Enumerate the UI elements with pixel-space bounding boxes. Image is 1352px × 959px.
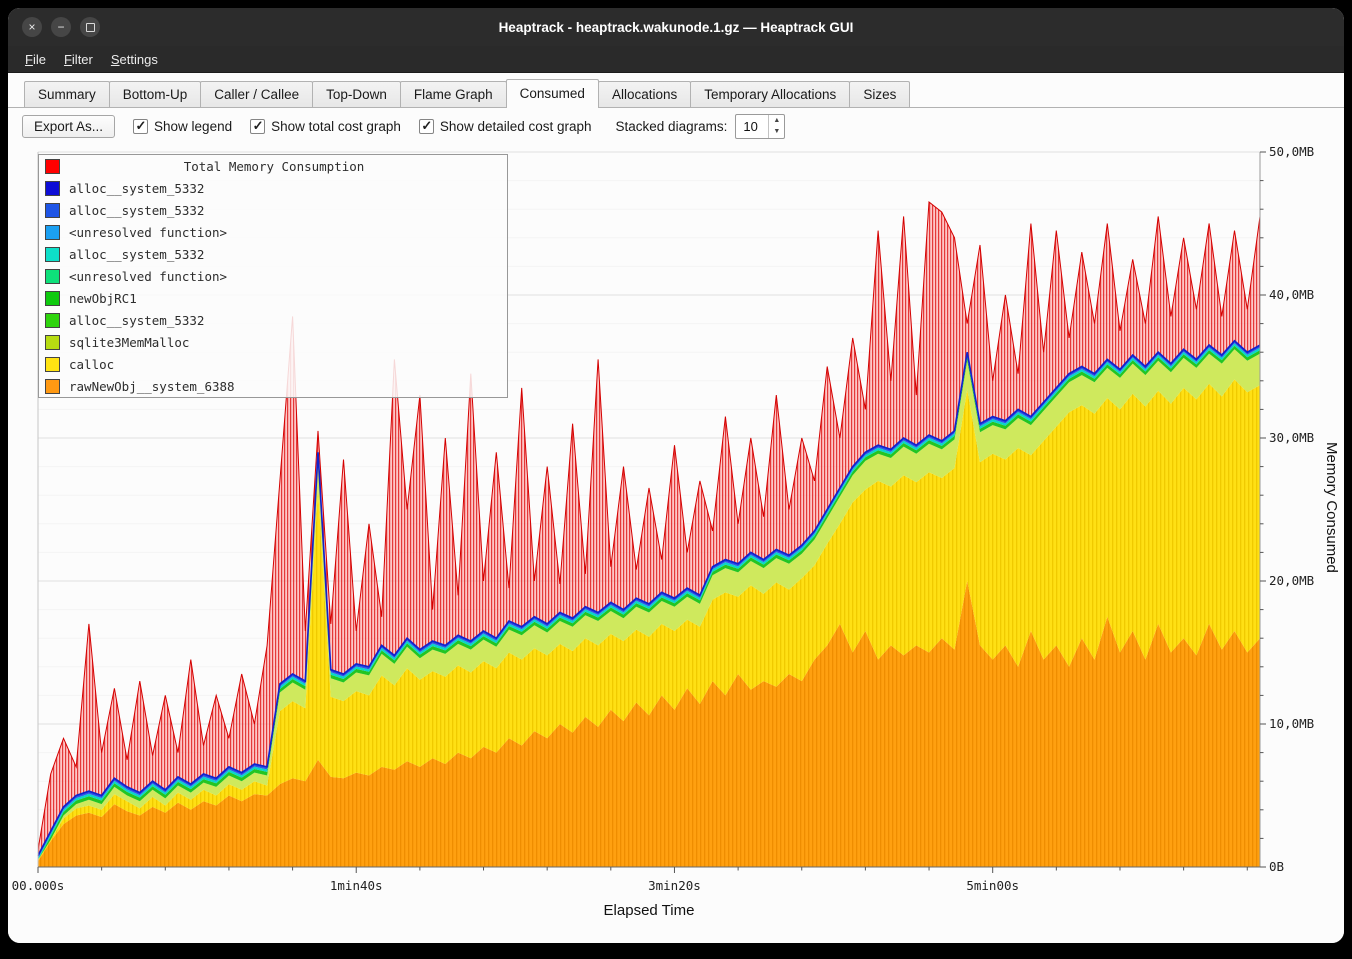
legend-row: newObjRC1 — [39, 287, 507, 309]
window-controls: × − — [22, 17, 100, 37]
legend-row: alloc__system_5332 — [39, 199, 507, 221]
show-detailed-cost-checkbox[interactable] — [419, 119, 434, 134]
legend-row: alloc__system_5332 — [39, 243, 507, 265]
tab-summary[interactable]: Summary — [24, 81, 110, 107]
tab-consumed[interactable]: Consumed — [506, 79, 599, 108]
y-tick-label: 50,0MB — [1269, 144, 1314, 159]
menu-item-filter[interactable]: Filter — [55, 48, 102, 71]
menu-item-file[interactable]: File — [16, 48, 55, 71]
stacked-diagrams-spinbox[interactable]: 10 ▲ ▼ — [735, 114, 785, 139]
legend-swatch — [45, 379, 60, 394]
checkbox-show-legend[interactable]: Show legend — [133, 119, 232, 134]
minimize-icon: − — [57, 21, 64, 33]
legend-label: rawNewObj__system_6388 — [69, 379, 235, 394]
legend-swatch-total — [45, 159, 60, 174]
legend-swatch — [45, 269, 60, 284]
legend-row: alloc__system_5332 — [39, 177, 507, 199]
legend-swatch — [45, 313, 60, 328]
window-titlebar[interactable]: × − Heaptrack - heaptrack.wakunode.1.gz … — [8, 8, 1344, 46]
x-tick-label: 00.000s — [12, 878, 65, 893]
legend-row: alloc__system_5332 — [39, 309, 507, 331]
legend-swatch — [45, 291, 60, 306]
chart-area: 0B 10,0MB 20,0MB 30,0MB 40,0MB 50,0MB 00.000s 1… — [8, 144, 1344, 943]
stacked-diagrams-label: Stacked diagrams: — [616, 119, 728, 134]
spinbox-buttons: ▲ ▼ — [768, 115, 784, 138]
legend-label: newObjRC1 — [69, 291, 137, 306]
legend-swatch — [45, 247, 60, 262]
maximize-icon — [86, 23, 95, 32]
toolbar: Export As... Show legend Show total cost… — [8, 108, 1344, 144]
y-tick-label: 30,0MB — [1269, 430, 1314, 445]
show-legend-label: Show legend — [154, 119, 232, 134]
legend-label: calloc — [69, 357, 114, 372]
legend-label: alloc__system_5332 — [69, 313, 204, 328]
y-tick-label: 10,0MB — [1269, 716, 1314, 731]
chart-legend: Total Memory Consumption alloc__system_5… — [38, 154, 508, 398]
spin-up-icon[interactable]: ▲ — [769, 115, 784, 127]
minimize-button[interactable]: − — [51, 17, 71, 37]
legend-label: <unresolved function> — [69, 225, 227, 240]
show-total-cost-label: Show total cost graph — [271, 119, 401, 134]
y-tick-label: 20,0MB — [1269, 573, 1314, 588]
legend-label: alloc__system_5332 — [69, 247, 204, 262]
legend-title: Total Memory Consumption — [69, 159, 501, 174]
legend-swatch — [45, 225, 60, 240]
tab-bar: Summary Bottom-Up Caller / Callee Top-Do… — [8, 73, 1344, 108]
legend-label: alloc__system_5332 — [69, 181, 204, 196]
y-tick-label: 0B — [1269, 859, 1284, 874]
y-axis-label: Memory Consumed — [1323, 442, 1340, 573]
x-tick-label: 3min20s — [648, 878, 701, 893]
tab-allocations[interactable]: Allocations — [598, 81, 691, 107]
legend-row: sqlite3MemMalloc — [39, 331, 507, 353]
tab-caller-callee[interactable]: Caller / Callee — [200, 81, 313, 107]
tab-top-down[interactable]: Top-Down — [312, 81, 401, 107]
y-tick-label: 40,0MB — [1269, 287, 1314, 302]
legend-label: sqlite3MemMalloc — [69, 335, 189, 350]
legend-swatch — [45, 335, 60, 350]
legend-swatch — [45, 181, 60, 196]
show-legend-checkbox[interactable] — [133, 119, 148, 134]
maximize-button[interactable] — [80, 17, 100, 37]
close-button[interactable]: × — [22, 17, 42, 37]
legend-row: <unresolved function> — [39, 265, 507, 287]
legend-swatch — [45, 203, 60, 218]
spin-down-icon[interactable]: ▼ — [769, 126, 784, 138]
x-axis-label: Elapsed Time — [38, 902, 1260, 919]
checkbox-show-total-cost[interactable]: Show total cost graph — [250, 119, 401, 134]
x-tick-label: 1min40s — [330, 878, 383, 893]
menu-item-settings[interactable]: Settings — [102, 48, 167, 71]
legend-swatch — [45, 357, 60, 372]
legend-row: calloc — [39, 353, 507, 375]
menubar: File Filter Settings — [8, 46, 1344, 73]
tab-bottom-up[interactable]: Bottom-Up — [109, 81, 202, 107]
export-as-button[interactable]: Export As... — [22, 115, 115, 138]
legend-label: <unresolved function> — [69, 269, 227, 284]
show-total-cost-checkbox[interactable] — [250, 119, 265, 134]
legend-title-row: Total Memory Consumption — [39, 155, 507, 177]
legend-row: rawNewObj__system_6388 — [39, 375, 507, 397]
show-detailed-cost-label: Show detailed cost graph — [440, 119, 592, 134]
legend-label: alloc__system_5332 — [69, 203, 204, 218]
window-title: Heaptrack - heaptrack.wakunode.1.gz — He… — [499, 20, 854, 35]
tab-temporary-allocations[interactable]: Temporary Allocations — [690, 81, 850, 107]
x-tick-label: 5min00s — [966, 878, 1019, 893]
app-window: × − Heaptrack - heaptrack.wakunode.1.gz … — [8, 8, 1344, 943]
tab-sizes[interactable]: Sizes — [849, 81, 910, 107]
checkbox-show-detailed-cost[interactable]: Show detailed cost graph — [419, 119, 592, 134]
tab-flame-graph[interactable]: Flame Graph — [400, 81, 507, 107]
close-icon: × — [28, 21, 35, 33]
stacked-diagrams-value: 10 — [736, 115, 768, 138]
legend-row: <unresolved function> — [39, 221, 507, 243]
